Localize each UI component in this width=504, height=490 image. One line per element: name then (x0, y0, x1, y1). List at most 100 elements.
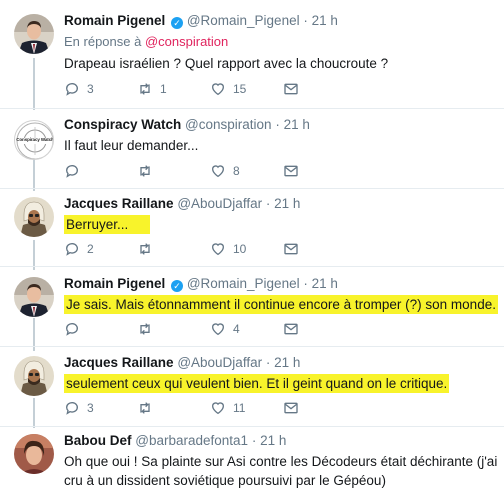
avatar[interactable] (14, 434, 54, 474)
reply-button[interactable] (64, 321, 114, 337)
retweet-button[interactable] (137, 241, 187, 257)
display-name[interactable]: Babou Def (64, 433, 132, 448)
reply-context: En réponse à @conspiration (64, 33, 500, 50)
tweet-actions: 3 1 15 (64, 81, 356, 97)
direct-message-button[interactable] (283, 163, 333, 179)
like-button[interactable]: 8 (210, 163, 260, 179)
envelope-icon (284, 83, 298, 95)
display-name[interactable]: Romain Pigenel (64, 276, 165, 291)
user-handle[interactable]: @AbouDjaffar (177, 196, 262, 211)
envelope-icon (284, 165, 298, 177)
highlighted-text: Je sais. Mais étonnamment il continue en… (64, 295, 498, 314)
display-name[interactable]: Jacques Raillane (64, 196, 174, 211)
retweet-icon (140, 165, 150, 177)
tweet-header: Romain Pigenel ✓ @Romain_Pigenel · 21 h (64, 12, 500, 30)
reply-button[interactable]: 2 (64, 241, 114, 257)
tweet-text: Je sais. Mais étonnamment il continue en… (64, 295, 500, 314)
tweet[interactable]: Romain Pigenel ✓ @Romain_Pigenel · 21 h … (0, 12, 504, 106)
tweet[interactable]: Jacques Raillane @AbouDjaffar · 21 h Ber… (0, 195, 504, 265)
reply-button[interactable]: 3 (64, 81, 114, 97)
heart-icon (211, 83, 225, 96)
reply-count: 3 (87, 401, 94, 415)
tweet-divider (0, 188, 504, 189)
highlighted-text: seulement ceux qui veulent bien. Et il g… (64, 374, 450, 393)
reply-icon (65, 402, 78, 415)
user-handle[interactable]: @barbaradefonta1 (135, 433, 248, 448)
direct-message-button[interactable] (283, 241, 333, 257)
like-count: 4 (233, 322, 240, 336)
avatar[interactable] (14, 197, 54, 237)
direct-message-button[interactable] (283, 81, 333, 97)
user-handle[interactable]: @Romain_Pigenel (187, 276, 300, 291)
avatar[interactable] (14, 277, 54, 317)
like-count: 8 (233, 164, 240, 178)
avatar[interactable]: Conspiracy Watch (14, 120, 54, 160)
verified-badge-icon: ✓ (171, 17, 184, 29)
tweet-header: Jacques Raillane @AbouDjaffar · 21 h (64, 195, 500, 213)
retweet-icon (140, 323, 150, 335)
heart-icon (211, 402, 225, 415)
tweet-header: Conspiracy Watch @conspiration · 21 h (64, 116, 500, 134)
reply-prefix: En réponse à (64, 34, 142, 49)
retweet-icon (140, 402, 150, 414)
like-button[interactable]: 4 (210, 321, 260, 337)
timestamp[interactable]: 21 h (260, 433, 286, 448)
separator-dot: · (303, 13, 308, 28)
tweet-actions: 8 (64, 163, 356, 179)
reply-icon (65, 243, 78, 256)
separator-dot: · (251, 433, 257, 448)
tweet-actions: 3 11 (64, 400, 356, 416)
like-button[interactable]: 10 (210, 241, 260, 257)
reply-button[interactable]: 3 (64, 400, 114, 416)
retweet-button[interactable] (137, 321, 187, 337)
direct-message-button[interactable] (283, 400, 333, 416)
tweet-divider (0, 426, 504, 427)
tweet-header: Romain Pigenel ✓ @Romain_Pigenel · 21 h (64, 275, 500, 293)
tweet[interactable]: Romain Pigenel ✓ @Romain_Pigenel · 21 h … (0, 275, 504, 345)
tweet-actions: 2 10 (64, 241, 356, 257)
tweet-text: Oh que oui ! Sa plainte sur Asi contre l… (64, 454, 498, 488)
timestamp[interactable]: 21 h (312, 276, 338, 291)
tweet[interactable]: Babou Def @barbaradefonta1 · 21 h Oh que… (0, 432, 504, 490)
user-handle[interactable]: @Romain_Pigenel (187, 13, 300, 28)
tweet[interactable]: Conspiracy Watch Conspiracy Watch @consp… (0, 116, 504, 188)
envelope-icon (284, 323, 298, 335)
timestamp[interactable]: 21 h (274, 355, 300, 370)
separator-dot: · (265, 355, 271, 370)
timestamp[interactable]: 21 h (274, 196, 300, 211)
retweet-icon (140, 243, 150, 255)
retweet-count: 1 (160, 82, 167, 96)
avatar-logo-text: Conspiracy Watch (16, 137, 54, 142)
envelope-icon (284, 402, 298, 414)
reply-button[interactable] (64, 163, 114, 179)
like-button[interactable]: 11 (210, 400, 260, 416)
display-name[interactable]: Jacques Raillane (64, 355, 174, 370)
tweet-actions: 4 (64, 321, 356, 337)
avatar[interactable] (14, 14, 54, 54)
user-handle[interactable]: @AbouDjaffar (177, 355, 262, 370)
tweet-header: Jacques Raillane @AbouDjaffar · 21 h (64, 354, 500, 372)
tweet-text: seulement ceux qui veulent bien. Et il g… (64, 374, 500, 393)
reply-mention-link[interactable]: @conspiration (145, 34, 228, 49)
user-handle[interactable]: @conspiration (185, 117, 272, 132)
like-button[interactable]: 15 (210, 81, 260, 97)
retweet-icon (140, 83, 150, 95)
tweet-divider (0, 346, 504, 347)
direct-message-button[interactable] (283, 321, 333, 337)
reply-icon (65, 323, 78, 336)
heart-icon (211, 165, 225, 178)
timestamp[interactable]: 21 h (284, 117, 310, 132)
tweet-header: Babou Def @barbaradefonta1 · 21 h (64, 432, 500, 450)
tweet-divider (0, 108, 504, 109)
tweet-text: Berruyer... (64, 215, 500, 234)
avatar[interactable] (14, 356, 54, 396)
display-name[interactable]: Romain Pigenel (64, 13, 165, 28)
display-name[interactable]: Conspiracy Watch (64, 117, 181, 132)
retweet-button[interactable] (137, 163, 187, 179)
timestamp[interactable]: 21 h (312, 13, 338, 28)
retweet-button[interactable]: 1 (137, 81, 187, 97)
tweet[interactable]: Jacques Raillane @AbouDjaffar · 21 h seu… (0, 354, 504, 426)
retweet-button[interactable] (137, 400, 187, 416)
heart-icon (211, 243, 225, 256)
like-count: 15 (233, 82, 247, 96)
